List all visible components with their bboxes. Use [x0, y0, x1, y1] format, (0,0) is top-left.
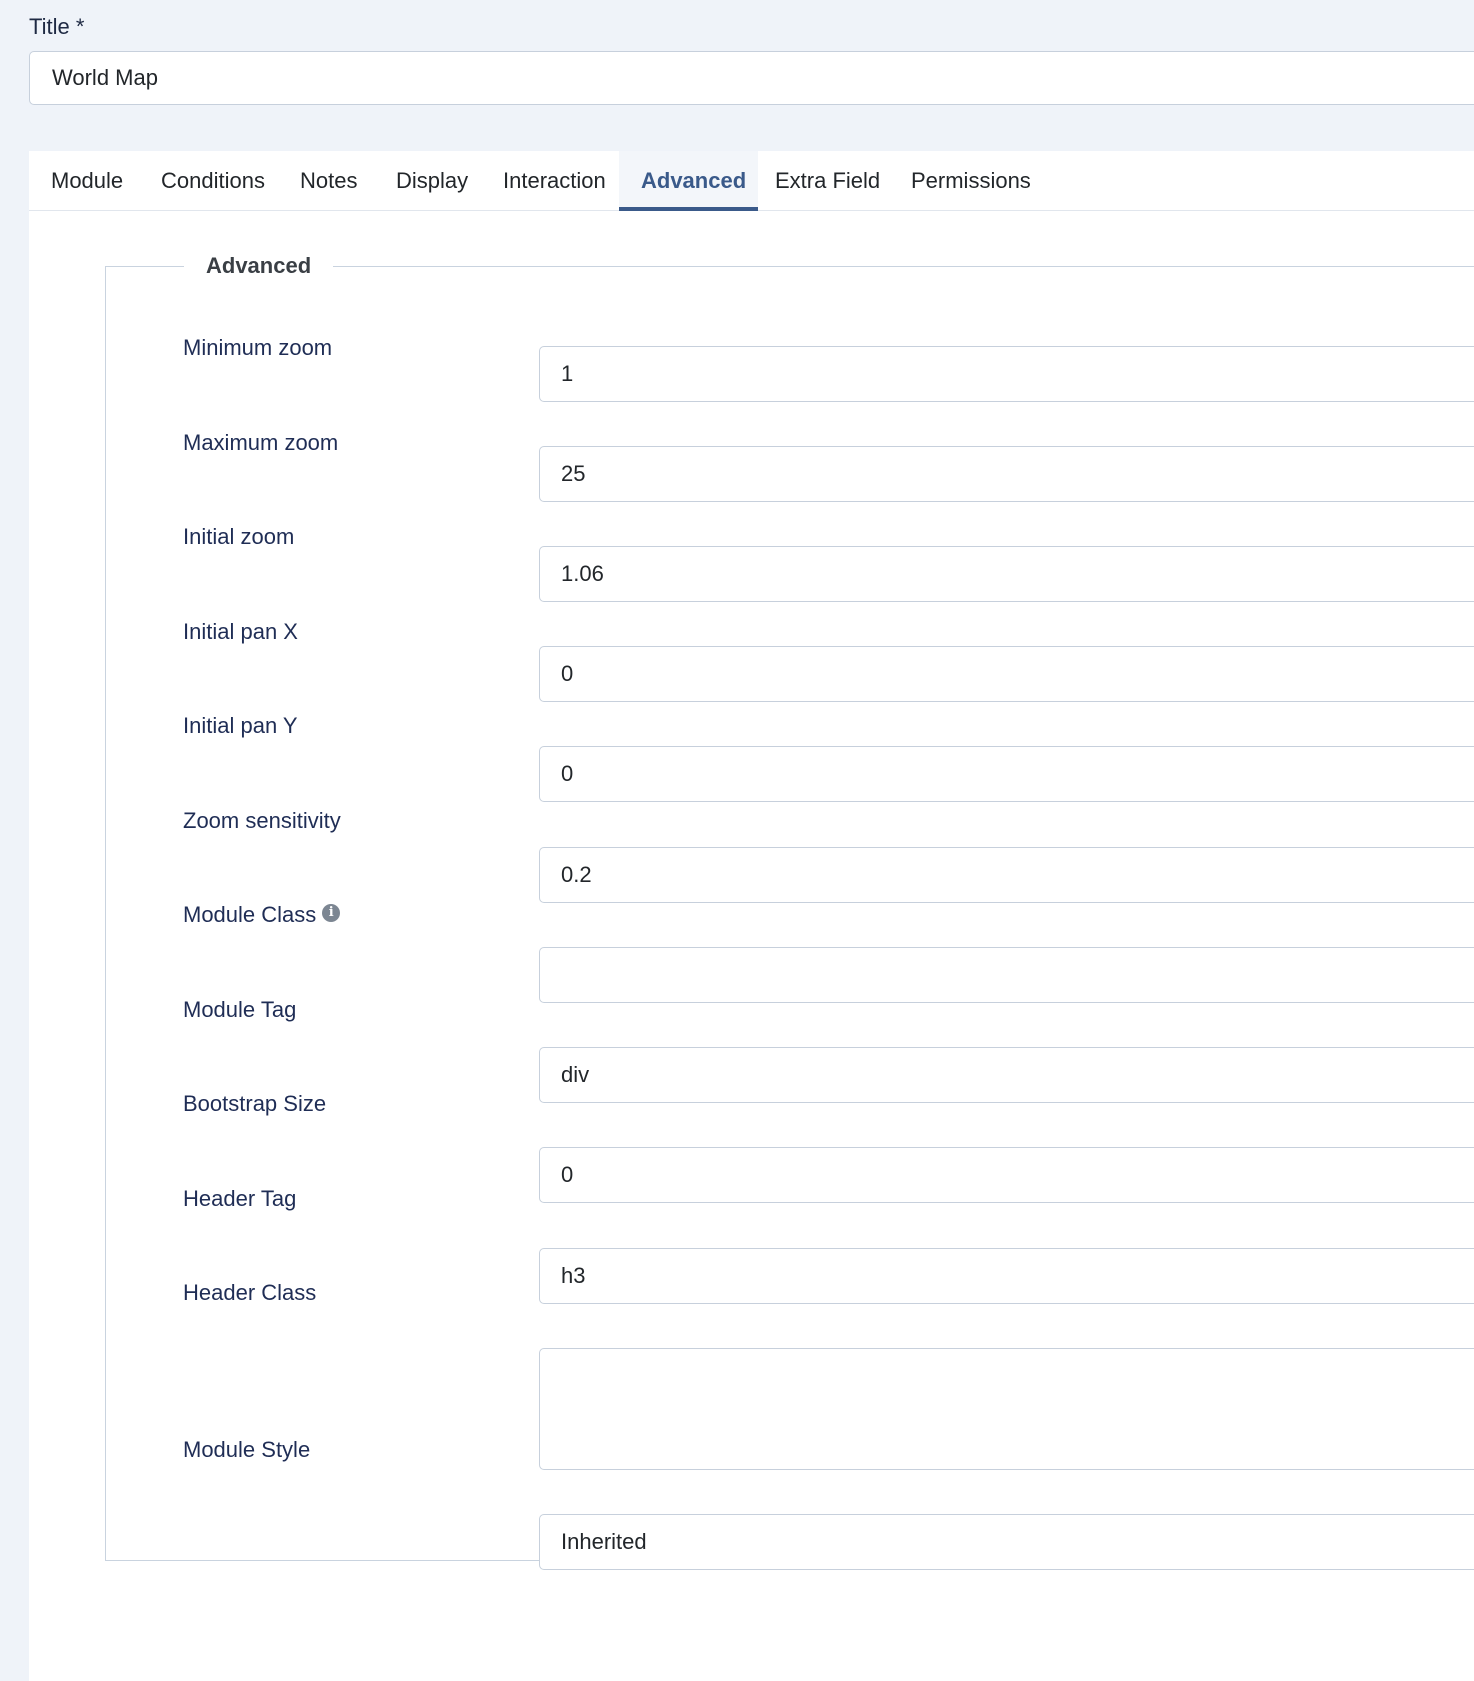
module-style-select[interactable]: Inherited [539, 1514, 1474, 1570]
initial-pan-x-input[interactable]: 0 [539, 646, 1474, 702]
module-class-input[interactable] [539, 947, 1474, 1003]
tab-display[interactable]: Display [374, 151, 490, 211]
initial-zoom-input[interactable]: 1.06 [539, 546, 1474, 602]
maximum-zoom-input[interactable]: 25 [539, 446, 1474, 502]
module-tag-label: Module Tag [183, 997, 297, 1022]
tab-permissions[interactable]: Permissions [889, 151, 1053, 211]
info-icon[interactable]: i [322, 904, 341, 922]
module-card: Module Conditions Notes Display Interact… [29, 151, 1474, 1681]
header-class-textarea[interactable] [539, 1348, 1474, 1470]
zoom-sensitivity-input[interactable]: 0.2 [539, 847, 1474, 903]
header-tag-label: Header Tag [183, 1186, 297, 1211]
header-tag-input[interactable]: h3 [539, 1248, 1474, 1304]
tab-bar: Module Conditions Notes Display Interact… [29, 151, 1474, 211]
module-class-label: Module Class [183, 902, 317, 927]
initial-pan-y-input[interactable]: 0 [539, 746, 1474, 802]
maximum-zoom-label: Maximum zoom [183, 430, 339, 455]
bootstrap-size-label: Bootstrap Size [183, 1091, 327, 1116]
title-label: Title * [29, 14, 85, 39]
bootstrap-size-input[interactable]: 0 [539, 1147, 1474, 1203]
module-tag-input[interactable]: div [539, 1047, 1474, 1103]
tab-notes[interactable]: Notes [278, 151, 379, 211]
module-style-label: Module Style [183, 1437, 311, 1462]
tab-module[interactable]: Module [29, 151, 145, 211]
header-class-label: Header Class [183, 1280, 317, 1305]
initial-zoom-label: Initial zoom [183, 524, 295, 549]
initial-pan-x-label: Initial pan X [183, 619, 298, 644]
tab-conditions[interactable]: Conditions [139, 151, 287, 211]
module-class-label-wrap: Module Class i [183, 902, 341, 928]
title-input[interactable]: World Map [29, 51, 1474, 105]
tab-advanced[interactable]: Advanced [619, 151, 758, 211]
tab-extra-field[interactable]: Extra Field [753, 151, 902, 211]
minimum-zoom-input[interactable]: 1 [539, 346, 1474, 402]
fieldset-legend: Advanced [206, 253, 312, 278]
tab-interaction[interactable]: Interaction [481, 151, 628, 211]
minimum-zoom-label: Minimum zoom [183, 335, 333, 360]
zoom-sensitivity-label: Zoom sensitivity [183, 808, 341, 833]
initial-pan-y-label: Initial pan Y [183, 713, 298, 738]
